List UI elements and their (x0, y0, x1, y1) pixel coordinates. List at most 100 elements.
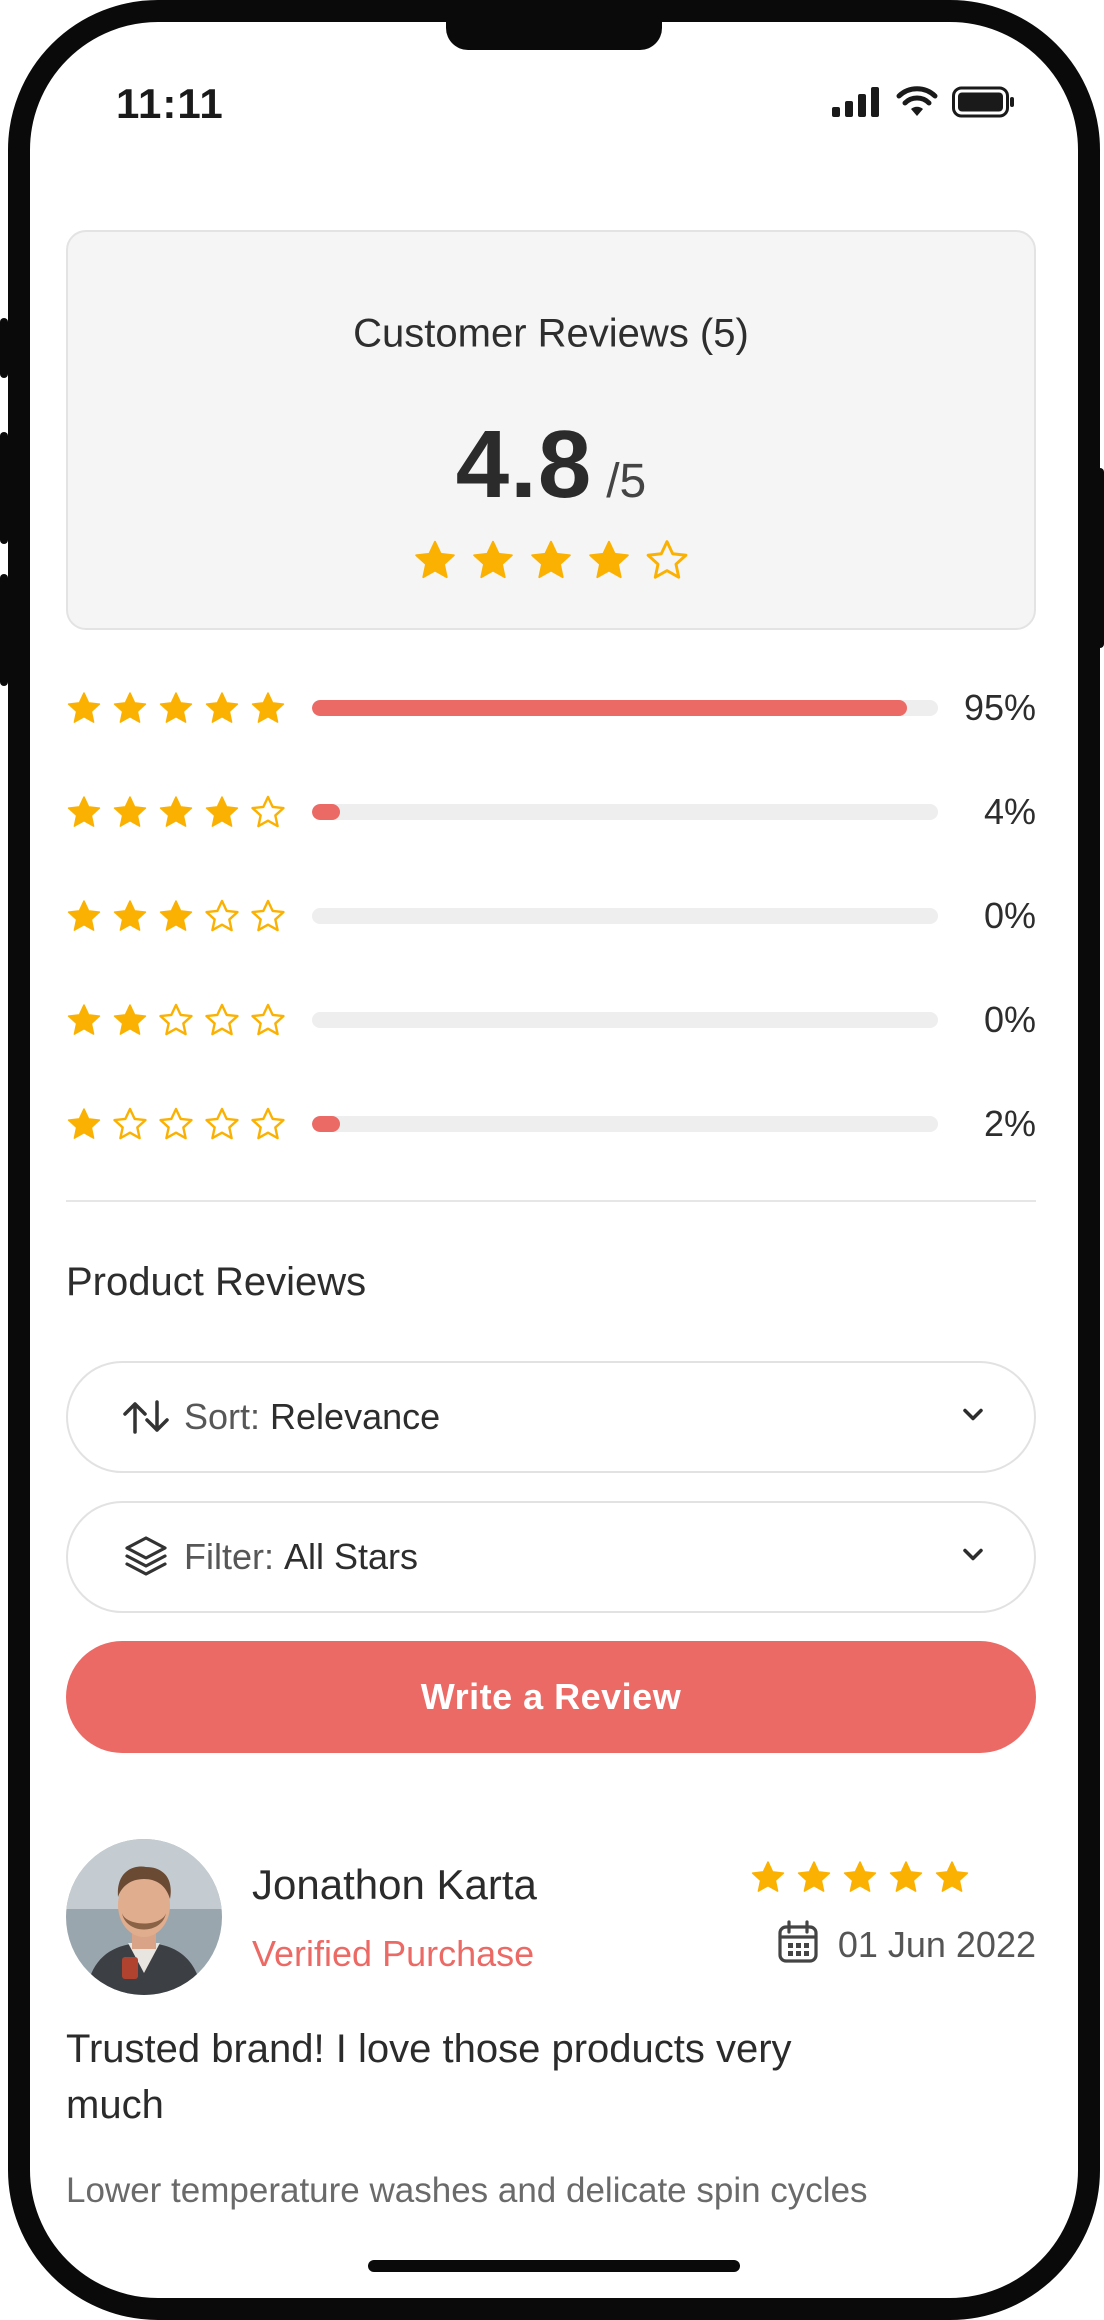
review-date: 01 Jun 2022 (837, 1923, 1036, 1965)
star-filled-icon (159, 796, 193, 827)
sort-label: Sort: (184, 1396, 261, 1437)
star-filled-icon (67, 1004, 101, 1035)
star-outline-icon (251, 899, 285, 932)
rating-summary-card: Customer Reviews (5) 4.8 /5 (66, 230, 1036, 630)
rating-progress-bar (312, 1116, 938, 1132)
chevron-down-icon (962, 1548, 984, 1567)
reviews-content: Customer Reviews (5) 4.8 /5 95% 4% 0% 0% 2% … (66, 230, 1036, 2219)
rating-progress-fill (312, 700, 907, 716)
filter-value: All Stars (284, 1536, 419, 1577)
volume-down-button (0, 574, 8, 686)
star-outline-icon (113, 1107, 147, 1140)
summary-stars (68, 538, 1034, 582)
review-body: Lower temperature washes and delicate sp… (66, 2171, 868, 2210)
rating-row-3-stars[interactable]: 0% (66, 864, 1036, 968)
divider (66, 1200, 1036, 1202)
calendar-icon (776, 1919, 820, 1970)
star-filled-icon (113, 796, 147, 827)
rating-row-stars (66, 794, 312, 830)
battery-icon (952, 86, 1014, 118)
chevron-down-icon (962, 1408, 984, 1427)
filter-label: Filter: (184, 1536, 274, 1577)
review-title: Trusted brand! I love those products ver… (66, 2027, 792, 2127)
rating-percent: 0% (983, 895, 1036, 936)
star-filled-icon (67, 1108, 101, 1139)
rating-row-stars (66, 1002, 312, 1038)
rating-progress-bar (312, 1012, 938, 1028)
star-outline-icon (205, 899, 239, 932)
rating-row-4-stars[interactable]: 4% (66, 760, 1036, 864)
rating-progress-fill (312, 804, 341, 820)
star-outline-icon (205, 1003, 239, 1036)
rating-percent: 0% (983, 999, 1036, 1040)
summary-score-row: 4.8 /5 (68, 410, 1034, 520)
star-filled-icon (889, 1861, 923, 1892)
star-filled-icon (67, 692, 101, 723)
star-outline-icon (251, 1107, 285, 1140)
rating-distribution: 95% 4% 0% 0% 2% (66, 656, 1036, 1176)
star-filled-icon (473, 540, 513, 579)
star-filled-icon (113, 1004, 147, 1035)
star-filled-icon (797, 1861, 831, 1892)
star-filled-icon (415, 540, 455, 579)
phone-screen: 11:11 Customer Reviews (5) 4.8 /5 95% 4%… (8, 0, 1100, 2320)
silent-switch (0, 318, 8, 378)
rating-percent: 95% (963, 687, 1036, 728)
status-icons (832, 86, 1016, 118)
average-rating: 4.8 (455, 411, 593, 518)
filter-dropdown[interactable]: Filter: All Stars (66, 1501, 1036, 1613)
wifi-icon (896, 86, 938, 116)
rating-progress-fill (312, 1116, 341, 1132)
star-filled-icon (205, 692, 239, 723)
rating-progress-bar (312, 700, 938, 716)
reviewer-name: Jonathon Karta (252, 1861, 537, 1908)
star-filled-icon (843, 1861, 877, 1892)
star-filled-icon (113, 900, 147, 931)
star-outline-icon (159, 1107, 193, 1140)
star-filled-icon (67, 796, 101, 827)
home-indicator (368, 2260, 740, 2272)
star-filled-icon (205, 796, 239, 827)
star-outline-icon (251, 795, 285, 828)
star-filled-icon (751, 1861, 785, 1892)
star-filled-icon (159, 692, 193, 723)
rating-row-2-stars[interactable]: 0% (66, 968, 1036, 1072)
star-outline-icon (159, 1003, 193, 1036)
rating-row-1-stars[interactable]: 2% (66, 1072, 1036, 1176)
avatar[interactable] (66, 1839, 222, 1995)
sort-value: Relevance (270, 1396, 441, 1437)
rating-row-stars (66, 898, 312, 934)
status-bar: 11:11 (30, 22, 1078, 162)
rating-max: /5 (606, 455, 647, 508)
star-outline-icon (646, 540, 688, 579)
rating-percent: 2% (983, 1103, 1036, 1144)
sort-dropdown[interactable]: Sort: Relevance (66, 1361, 1036, 1473)
rating-progress-bar (312, 804, 938, 820)
product-reviews-title: Product Reviews (66, 1260, 367, 1304)
layers-icon (120, 1535, 172, 1579)
star-filled-icon (159, 900, 193, 931)
star-outline-icon (205, 1107, 239, 1140)
star-filled-icon (531, 540, 571, 579)
verified-purchase-badge: Verified Purchase (252, 1933, 535, 1974)
star-filled-icon (935, 1861, 969, 1892)
review-stars (750, 1859, 970, 1895)
star-filled-icon (589, 540, 629, 579)
summary-title: Customer Reviews (5) (353, 311, 749, 356)
review-date-row: 01 Jun 2022 (776, 1919, 1036, 1970)
rating-percent: 4% (983, 791, 1036, 832)
star-outline-icon (251, 1003, 285, 1036)
sort-arrows-icon (120, 1395, 172, 1439)
volume-up-button (0, 432, 8, 544)
rating-progress-bar (312, 908, 938, 924)
rating-row-stars (66, 690, 312, 726)
review-item: Jonathon Karta Verified Purchase 01 Jun … (66, 1839, 1036, 2219)
write-review-button[interactable]: Write a Review (66, 1641, 1036, 1753)
star-filled-icon (251, 692, 285, 723)
rating-row-stars (66, 1106, 312, 1142)
star-filled-icon (113, 692, 147, 723)
rating-row-5-stars[interactable]: 95% (66, 656, 1036, 760)
star-filled-icon (67, 900, 101, 931)
status-time: 11:11 (116, 80, 224, 127)
signal-icon (832, 87, 879, 117)
